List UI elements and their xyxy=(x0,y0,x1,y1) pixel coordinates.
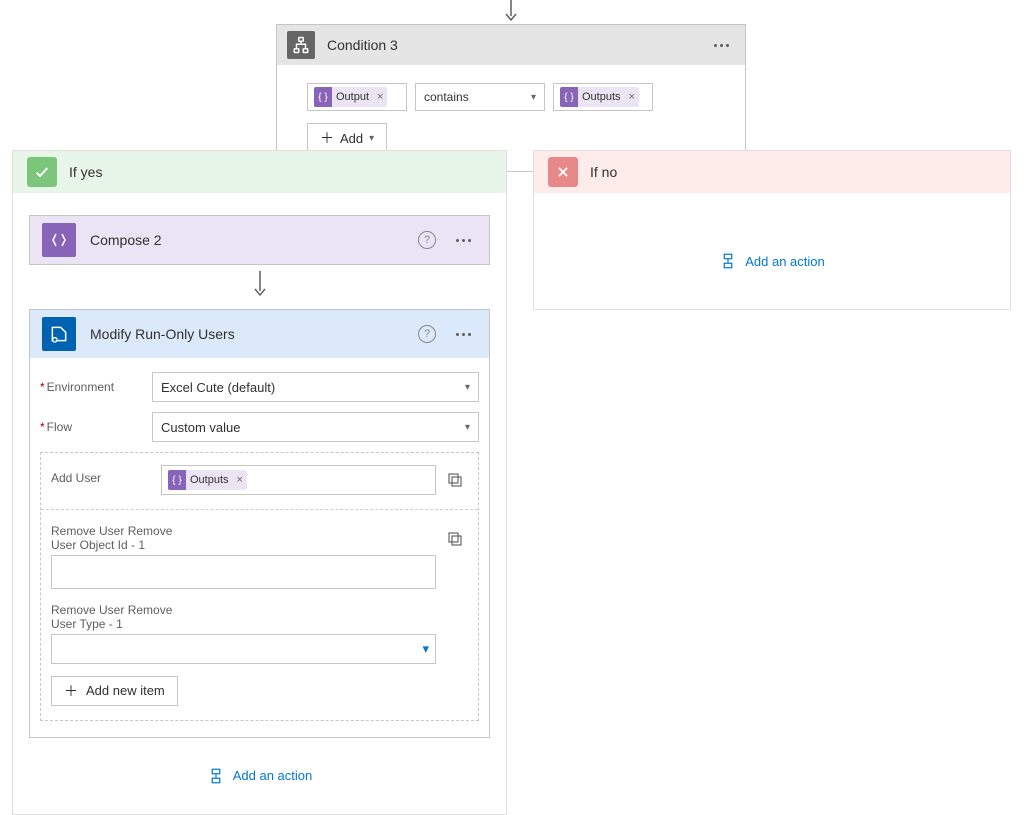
remove-user-obj-label: Remove User Remove User Object Id - 1 xyxy=(51,524,201,553)
if-yes-branch: If yes Compose 2 ? xyxy=(12,150,507,815)
remove-token-icon[interactable]: × xyxy=(373,91,387,103)
environment-label: Environment xyxy=(40,380,144,394)
condition-right-value[interactable]: { } Outputs × xyxy=(553,83,653,111)
add-action-yes[interactable]: Add an action xyxy=(29,738,490,790)
flow-label: Flow xyxy=(40,420,144,434)
condition-operator-select[interactable]: contains ▾ xyxy=(415,83,545,111)
token-output[interactable]: { } Output × xyxy=(314,87,387,107)
chevron-down-icon: ▾ xyxy=(369,133,374,144)
if-yes-header: If yes xyxy=(13,151,506,193)
remove-user-type-label: Remove User Remove User Type - 1 xyxy=(51,603,201,632)
insert-step-icon xyxy=(207,768,225,784)
switch-mode-icon[interactable] xyxy=(446,524,468,548)
help-icon[interactable]: ? xyxy=(418,325,436,343)
remove-user-type-select[interactable]: ▾ xyxy=(51,634,436,664)
compose-header[interactable]: Compose 2 ? xyxy=(30,216,489,264)
plus-icon: ＋ xyxy=(320,128,334,148)
chevron-down-icon: ▾ xyxy=(422,641,429,657)
flow-admin-icon xyxy=(42,317,76,351)
compose-icon xyxy=(42,223,76,257)
flow-select[interactable]: Custom value ▾ xyxy=(152,412,479,442)
if-no-branch: If no Add an action xyxy=(533,150,1011,310)
compose-title: Compose 2 xyxy=(90,232,404,248)
if-no-header: If no xyxy=(534,151,1010,193)
add-user-section: Add User { } Outputs × xyxy=(40,452,479,721)
chevron-down-icon: ▾ xyxy=(465,382,470,393)
condition-expression-row: { } Output × contains ▾ { } Outputs × xyxy=(307,83,715,111)
remove-token-icon[interactable]: × xyxy=(233,474,247,486)
environment-row: Environment Excel Cute (default) ▾ xyxy=(40,372,479,402)
flow-arrow xyxy=(29,265,490,309)
if-yes-label: If yes xyxy=(69,164,102,180)
add-user-label: Add User xyxy=(51,465,151,485)
fx-icon: { } xyxy=(168,470,186,490)
modify-title: Modify Run-Only Users xyxy=(90,326,404,342)
modify-header[interactable]: Modify Run-Only Users ? xyxy=(30,310,489,358)
add-user-input[interactable]: { } Outputs × xyxy=(161,465,436,495)
condition-header[interactable]: Condition 3 xyxy=(277,25,745,65)
flow-arrow-top xyxy=(510,0,512,24)
environment-select[interactable]: Excel Cute (default) ▾ xyxy=(152,372,479,402)
if-no-label: If no xyxy=(590,164,617,180)
condition-left-value[interactable]: { } Output × xyxy=(307,83,407,111)
chevron-down-icon: ▾ xyxy=(531,92,536,103)
token-outputs[interactable]: { } Outputs × xyxy=(168,470,247,490)
condition-icon xyxy=(287,31,315,59)
compose-action-card: Compose 2 ? xyxy=(29,215,490,265)
fx-icon: { } xyxy=(314,87,332,107)
close-icon xyxy=(548,157,578,187)
remove-user-obj-input[interactable] xyxy=(51,555,436,589)
fx-icon: { } xyxy=(560,87,578,107)
token-outputs[interactable]: { } Outputs × xyxy=(560,87,639,107)
flow-row: Flow Custom value ▾ xyxy=(40,412,479,442)
help-icon[interactable]: ? xyxy=(418,231,436,249)
add-new-item-button[interactable]: ＋ Add new item xyxy=(51,676,178,706)
check-icon xyxy=(27,157,57,187)
chevron-down-icon: ▾ xyxy=(465,422,470,433)
modify-action-card: Modify Run-Only Users ? Environment Exce… xyxy=(29,309,490,738)
insert-step-icon xyxy=(719,253,737,269)
condition-menu-button[interactable] xyxy=(708,38,735,53)
add-action-no[interactable]: Add an action xyxy=(550,233,994,289)
modify-menu-button[interactable] xyxy=(450,327,477,342)
remove-token-icon[interactable]: × xyxy=(625,91,639,103)
condition-title: Condition 3 xyxy=(327,37,696,53)
condition-add-button[interactable]: ＋ Add ▾ xyxy=(307,123,387,153)
compose-menu-button[interactable] xyxy=(450,233,477,248)
switch-mode-icon[interactable] xyxy=(446,465,468,489)
